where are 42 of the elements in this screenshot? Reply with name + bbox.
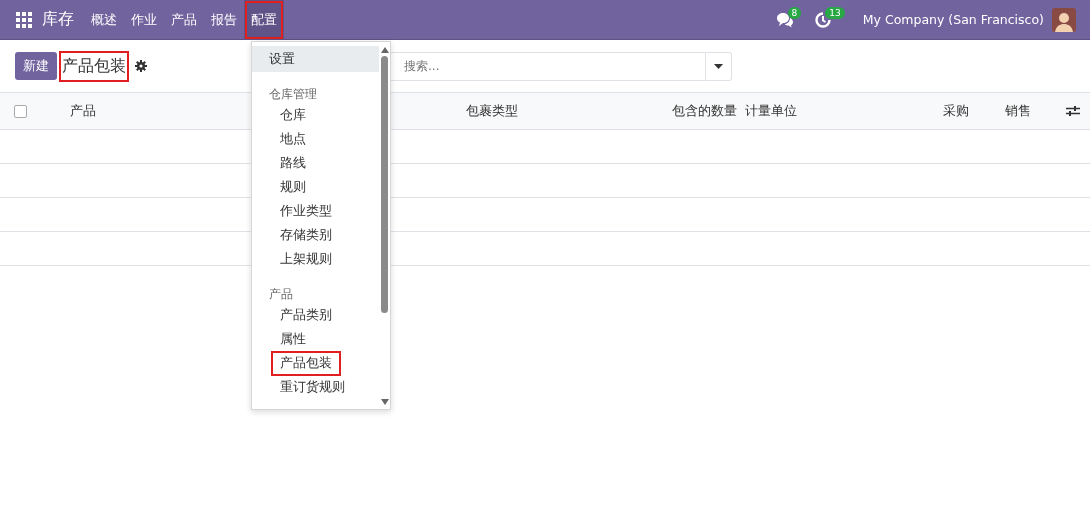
- dropdown-item[interactable]: 产品类别: [252, 304, 379, 328]
- column-header[interactable]: 包裹类型: [451, 102, 601, 120]
- column-settings-icon[interactable]: [1065, 105, 1080, 117]
- menu-item[interactable]: 报告: [204, 0, 244, 40]
- column-header[interactable]: 计量单位: [741, 102, 931, 120]
- dropdown-item[interactable]: 作业类型: [252, 200, 379, 224]
- dropdown-item[interactable]: 上架规则: [252, 248, 379, 272]
- chat-icon: [775, 11, 794, 28]
- dropdown-item[interactable]: 设置: [252, 46, 379, 72]
- column-header[interactable]: 产品: [70, 103, 96, 118]
- select-all-checkbox[interactable]: [13, 104, 27, 118]
- user-avatar-icon[interactable]: [1052, 7, 1076, 32]
- activity-count-badge: 13: [825, 6, 845, 19]
- dropdown-item[interactable]: 路线: [252, 152, 379, 176]
- company-switcher[interactable]: My Company (San Francisco): [862, 12, 1044, 27]
- menu-item[interactable]: 产品: [164, 0, 204, 40]
- column-header[interactable]: 销售: [993, 102, 1055, 120]
- menu-section-header: 产品: [268, 286, 294, 303]
- app-title[interactable]: 库存: [42, 9, 74, 30]
- caret-icon: [714, 63, 723, 69]
- dropdown-item[interactable]: 存储类别: [252, 224, 379, 248]
- scroll-down-icon[interactable]: [380, 399, 389, 405]
- dropdown-item[interactable]: 重订货规则: [252, 376, 379, 400]
- page-title: 产品包装: [59, 50, 129, 82]
- search-options-button[interactable]: [706, 51, 732, 81]
- menu-item[interactable]: 配置: [244, 0, 284, 40]
- dropdown-item[interactable]: 仓库: [252, 104, 379, 128]
- column-header[interactable]: 采购: [931, 102, 993, 120]
- apps-menu-icon[interactable]: [16, 11, 32, 28]
- scroll-up-icon[interactable]: [380, 47, 389, 53]
- menu-item[interactable]: 概述: [84, 0, 124, 40]
- message-count-badge: 8: [787, 6, 802, 19]
- column-header[interactable]: 包含的数量: [601, 102, 741, 120]
- new-button[interactable]: 新建: [15, 52, 57, 80]
- scrollbar-thumb[interactable]: [381, 56, 388, 313]
- menu-item[interactable]: 作业: [124, 0, 164, 40]
- settings-icon[interactable]: [135, 60, 147, 72]
- dropdown-item[interactable]: 地点: [252, 128, 379, 152]
- menu-section-header: 仓库管理: [268, 86, 318, 103]
- clock-icon: [815, 11, 832, 28]
- dropdown-item[interactable]: 规则: [252, 176, 379, 200]
- dropdown-item[interactable]: 属性: [252, 328, 379, 352]
